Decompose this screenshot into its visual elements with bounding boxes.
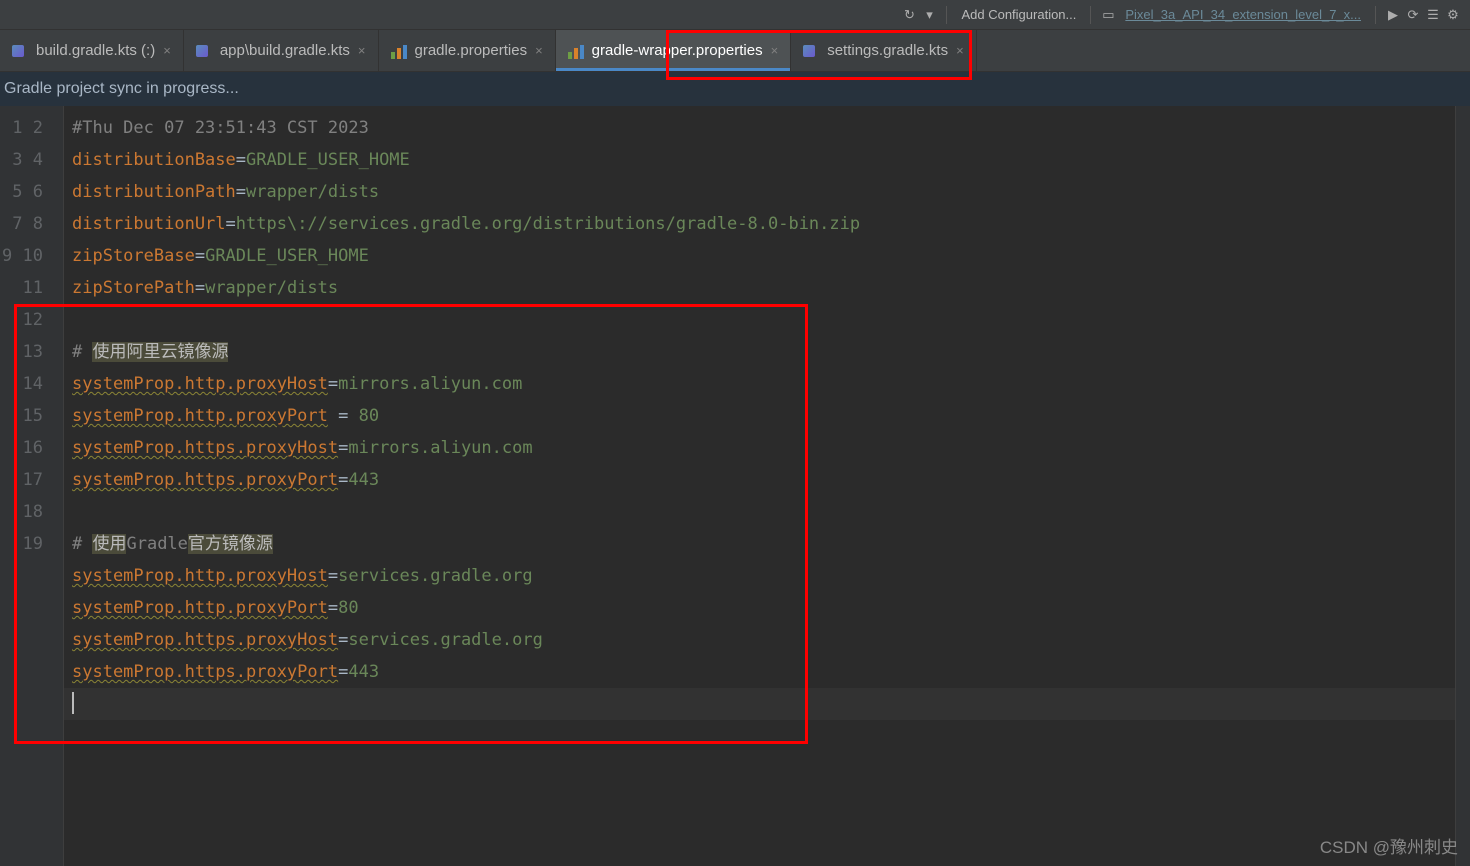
add-configuration-button[interactable]: Add Configuration...: [955, 7, 1082, 22]
code-line[interactable]: systemProp.http.proxyPort = 80: [72, 400, 1455, 432]
right-gutter: [1456, 106, 1470, 866]
code-line[interactable]: distributionPath=wrapper/dists: [72, 176, 1455, 208]
tab-label: gradle-wrapper.properties: [592, 42, 763, 59]
code-line[interactable]: [72, 688, 1455, 720]
code-line[interactable]: systemProp.http.proxyHost=services.gradl…: [72, 560, 1455, 592]
separator: [1375, 6, 1376, 24]
editor: 1 2 3 4 5 6 7 8 9 10 11 12 13 14 15 16 1…: [0, 106, 1470, 866]
editor-tab[interactable]: app\build.gradle.kts ×: [184, 30, 379, 71]
code-line[interactable]: systemProp.https.proxyPort=443: [72, 464, 1455, 496]
editor-tab[interactable]: build.gradle.kts (:) ×: [0, 30, 184, 71]
line-gutter: 1 2 3 4 5 6 7 8 9 10 11 12 13 14 15 16 1…: [0, 106, 64, 866]
close-icon[interactable]: ×: [771, 43, 779, 58]
close-icon[interactable]: ×: [535, 43, 543, 58]
tab-label: app\build.gradle.kts: [220, 42, 350, 59]
debug-icon[interactable]: ⟳: [1404, 6, 1422, 24]
gradle-file-icon: [391, 43, 407, 59]
code-line[interactable]: [72, 304, 1455, 336]
tab-label: settings.gradle.kts: [827, 42, 948, 59]
tab-label: build.gradle.kts (:): [36, 42, 155, 59]
code-line[interactable]: [72, 496, 1455, 528]
close-icon[interactable]: ×: [358, 43, 366, 58]
code-line[interactable]: systemProp.https.proxyHost=mirrors.aliyu…: [72, 432, 1455, 464]
separator: [1090, 6, 1091, 24]
gradle-file-icon: [568, 43, 584, 59]
code-area[interactable]: #Thu Dec 07 23:51:43 CST 2023distributio…: [64, 106, 1456, 866]
code-line[interactable]: # 使用Gradle官方镜像源: [72, 528, 1455, 560]
kts-file-icon: [196, 43, 212, 59]
more-icon[interactable]: ⚙: [1444, 6, 1462, 24]
dropdown-icon[interactable]: ▾: [920, 6, 938, 24]
code-line[interactable]: distributionUrl=https\://services.gradle…: [72, 208, 1455, 240]
main-toolbar: ↻ ▾ Add Configuration... ▭ Pixel_3a_API_…: [0, 0, 1470, 30]
code-line[interactable]: systemProp.https.proxyPort=443: [72, 656, 1455, 688]
code-line[interactable]: # 使用阿里云镜像源: [72, 336, 1455, 368]
separator: [946, 6, 947, 24]
code-line[interactable]: systemProp.https.proxyHost=services.grad…: [72, 624, 1455, 656]
code-line[interactable]: zipStorePath=wrapper/dists: [72, 272, 1455, 304]
editor-tab[interactable]: settings.gradle.kts ×: [791, 30, 977, 71]
code-line[interactable]: #Thu Dec 07 23:51:43 CST 2023: [72, 112, 1455, 144]
profile-icon[interactable]: ☰: [1424, 6, 1442, 24]
code-line[interactable]: distributionBase=GRADLE_USER_HOME: [72, 144, 1455, 176]
run-icon[interactable]: ▶: [1384, 6, 1402, 24]
sync-status-bar: Gradle project sync in progress...: [0, 72, 1470, 106]
tab-label: gradle.properties: [415, 42, 528, 59]
editor-tab[interactable]: gradle-wrapper.properties ×: [556, 30, 792, 71]
sync-icon[interactable]: ↻: [900, 6, 918, 24]
device-selector[interactable]: Pixel_3a_API_34_extension_level_7_x...: [1119, 7, 1367, 22]
kts-file-icon: [12, 43, 28, 59]
close-icon[interactable]: ×: [163, 43, 171, 58]
watermark: CSDN @豫州刺史: [1320, 833, 1458, 858]
editor-tab[interactable]: gradle.properties ×: [379, 30, 556, 71]
close-icon[interactable]: ×: [956, 43, 964, 58]
kts-file-icon: [803, 43, 819, 59]
code-line[interactable]: zipStoreBase=GRADLE_USER_HOME: [72, 240, 1455, 272]
code-line[interactable]: systemProp.http.proxyHost=mirrors.aliyun…: [72, 368, 1455, 400]
code-line[interactable]: systemProp.http.proxyPort=80: [72, 592, 1455, 624]
editor-tabs: build.gradle.kts (:)×app\build.gradle.kt…: [0, 30, 1470, 72]
sync-message: Gradle project sync in progress...: [4, 80, 239, 98]
device-icon: ▭: [1099, 6, 1117, 24]
